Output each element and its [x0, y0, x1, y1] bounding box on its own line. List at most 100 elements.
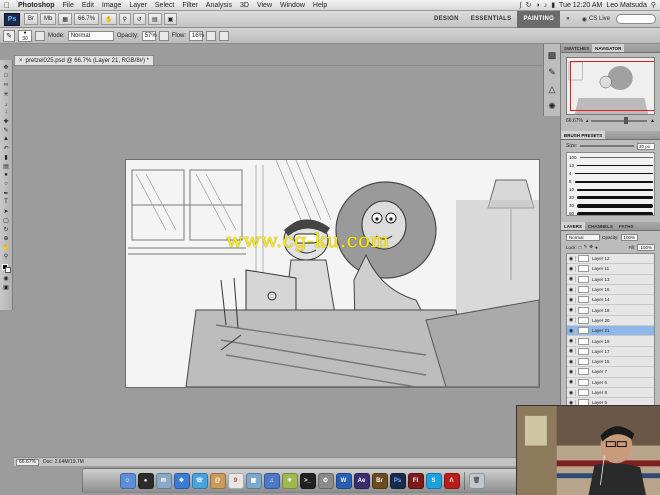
dock-skype-icon[interactable]: S: [425, 472, 442, 489]
menu-file[interactable]: File: [59, 2, 78, 9]
status-doc-info[interactable]: Doc: 2.64M/19.7M: [43, 459, 84, 465]
brush-preset-picker[interactable]: ● 30: [18, 29, 32, 42]
blend-mode-dropdown[interactable]: Normal: [566, 233, 600, 241]
menu-app-name[interactable]: Photoshop: [14, 2, 59, 9]
eyedropper-tool-icon[interactable]: ↓: [2, 108, 11, 116]
navigator-thumbnail[interactable]: [566, 57, 655, 115]
zoom-out-icon[interactable]: ▴: [586, 118, 589, 124]
color-panel-icon[interactable]: ▩: [548, 50, 557, 61]
tab-layers[interactable]: LAYERS: [561, 222, 585, 230]
menu-3d[interactable]: 3D: [236, 2, 253, 9]
healing-brush-tool-icon[interactable]: ✚: [2, 117, 11, 125]
dock-system-preferences-icon[interactable]: ⚙: [317, 472, 334, 489]
clone-stamp-tool-icon[interactable]: ▲: [2, 135, 11, 143]
workspace-painting[interactable]: PAINTING: [517, 10, 561, 28]
bluetooth-icon[interactable]: ∫: [520, 2, 522, 9]
brush-panel-icon[interactable]: ✎: [548, 67, 556, 78]
zoom-in-icon[interactable]: ▲: [650, 118, 655, 124]
layer-row[interactable]: ◉ Layer 16: [567, 285, 654, 296]
lock-pixels-icon[interactable]: ✎: [583, 244, 587, 250]
opacity-field[interactable]: 57%: [141, 30, 157, 41]
lasso-tool-icon[interactable]: ∞: [2, 81, 11, 89]
brush-preset-row[interactable]: 100: [569, 154, 653, 161]
layer-visibility-eye-icon[interactable]: ◉: [567, 348, 576, 355]
launch-bridge-button[interactable]: Br: [24, 13, 38, 25]
path-selection-tool-icon[interactable]: ➤: [2, 207, 11, 215]
wifi-icon[interactable]: ◑: [535, 2, 539, 9]
navigator-zoom-value[interactable]: 66.67%: [566, 118, 583, 124]
tab-channels[interactable]: CHANNELS: [585, 222, 616, 230]
layer-visibility-eye-icon[interactable]: ◉: [567, 307, 576, 314]
layer-row[interactable]: ◉ Layer 19: [567, 336, 654, 347]
type-tool-icon[interactable]: T: [2, 198, 11, 206]
dock-after-effects-icon[interactable]: Ae: [353, 472, 370, 489]
tab-swatches[interactable]: SWATCHES: [561, 44, 592, 52]
menu-edit[interactable]: Edit: [78, 2, 98, 9]
layer-visibility-eye-icon[interactable]: ◉: [567, 265, 576, 272]
pen-tool-icon[interactable]: ✒: [2, 189, 11, 197]
brush-preset-row[interactable]: 4: [569, 170, 653, 177]
flow-field[interactable]: 16%: [189, 30, 204, 41]
zoom-tool-icon[interactable]: ⚲: [2, 252, 11, 260]
battery-icon[interactable]: ▮: [551, 1, 555, 9]
layer-row-selected[interactable]: ◉ Layer 21: [567, 326, 654, 337]
brush-tool-preset-icon[interactable]: ✎: [3, 29, 15, 42]
menubar-user[interactable]: Leo Matsuda: [606, 2, 646, 9]
menubar-clock[interactable]: Tue 12:20 AM: [559, 2, 602, 9]
menu-view[interactable]: View: [253, 2, 276, 9]
dock-mail-icon[interactable]: ✉: [155, 472, 172, 489]
3d-orbit-tool-icon[interactable]: ⊕: [2, 234, 11, 242]
document-tab-close-icon[interactable]: ×: [19, 58, 23, 64]
menu-layer[interactable]: Layer: [125, 2, 151, 9]
blur-tool-icon[interactable]: ●: [2, 171, 11, 179]
layer-visibility-eye-icon[interactable]: ◉: [567, 389, 576, 396]
dock-ical-icon[interactable]: 9: [227, 472, 244, 489]
brush-preset-row[interactable]: 8: [569, 178, 653, 185]
tab-brush-presets[interactable]: BRUSH PRESETS: [561, 131, 606, 139]
tab-navigator[interactable]: NAVIGATOR: [592, 44, 625, 52]
status-zoom-field[interactable]: 66.67%: [16, 458, 39, 466]
hand-tool-button[interactable]: ✋: [101, 13, 117, 25]
zoom-level-dropdown[interactable]: 66.7%: [74, 13, 100, 25]
layer-visibility-eye-icon[interactable]: ◉: [567, 286, 576, 293]
mode-dropdown[interactable]: Normal: [67, 30, 114, 41]
dock-bridge-icon[interactable]: Br: [371, 472, 388, 489]
layer-visibility-eye-icon[interactable]: ◉: [567, 358, 576, 365]
dock-dashboard-icon[interactable]: ●: [137, 472, 154, 489]
layer-visibility-eye-icon[interactable]: ◉: [567, 368, 576, 375]
brush-tool-icon[interactable]: ✎: [2, 126, 11, 134]
launch-minibridge-button[interactable]: Mb: [40, 13, 57, 25]
workspace-essentials[interactable]: ESSENTIALS: [465, 16, 518, 22]
layer-visibility-eye-icon[interactable]: ◉: [567, 338, 576, 345]
airbrush-icon[interactable]: [206, 30, 217, 41]
menu-filter[interactable]: Filter: [178, 2, 202, 9]
dock-safari-icon[interactable]: ❖: [173, 472, 190, 489]
layer-visibility-eye-icon[interactable]: ◉: [567, 255, 576, 262]
shape-tool-icon[interactable]: ▢: [2, 216, 11, 224]
layer-visibility-eye-icon[interactable]: ◉: [567, 317, 576, 324]
3d-rotate-tool-icon[interactable]: ↻: [2, 225, 11, 233]
menu-window[interactable]: Window: [276, 2, 309, 9]
layer-row[interactable]: ◉ Layer 20: [567, 316, 654, 327]
navigator-zoom-slider[interactable]: [591, 117, 648, 124]
history-brush-tool-icon[interactable]: ↶: [2, 144, 11, 152]
clone-source-panel-icon[interactable]: △: [549, 84, 556, 95]
layer-row[interactable]: ◉ Layer 18: [567, 305, 654, 316]
dock-acrobat-icon[interactable]: Λ: [443, 472, 460, 489]
document-canvas[interactable]: [126, 160, 539, 387]
marquee-tool-icon[interactable]: □: [2, 72, 11, 80]
screen-mode-button[interactable]: ▣: [163, 13, 178, 25]
layer-visibility-eye-icon[interactable]: ◉: [567, 379, 576, 386]
pressure-size-icon[interactable]: [219, 30, 230, 41]
menu-image[interactable]: Image: [98, 2, 125, 9]
tab-paths[interactable]: PATHS: [616, 222, 637, 230]
layer-opacity-field[interactable]: 100%: [620, 233, 639, 241]
volume-icon[interactable]: ♪: [544, 2, 548, 9]
dock-trash-icon[interactable]: 🗑: [468, 472, 485, 489]
layer-row[interactable]: ◉ Layer 12: [567, 254, 654, 265]
navigator-zoom-knob[interactable]: [623, 117, 628, 124]
navigator-view-frame[interactable]: [570, 61, 654, 111]
dock-preview-icon[interactable]: ▣: [245, 472, 262, 489]
rotate-view-button[interactable]: ↺: [132, 13, 146, 25]
eraser-tool-icon[interactable]: ▮: [2, 153, 11, 161]
